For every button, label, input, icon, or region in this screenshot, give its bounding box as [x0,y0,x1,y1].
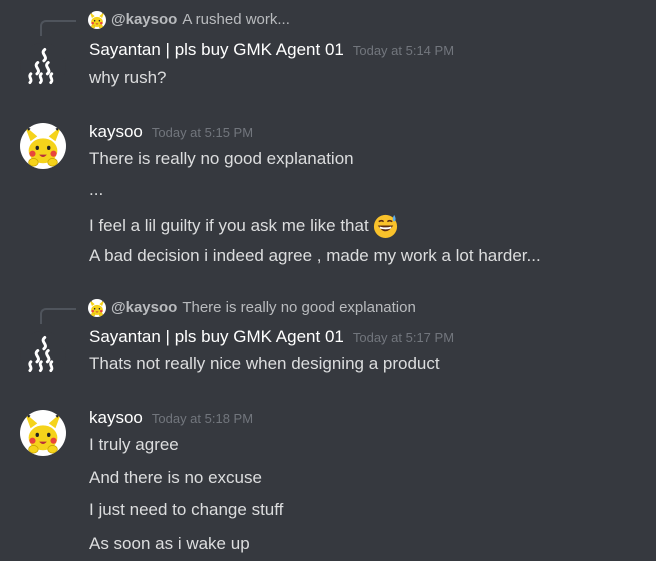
reply-author[interactable]: @kaysoo [111,297,177,319]
steam-wave-icon[interactable] [20,331,66,377]
author-name[interactable]: kaysoo [89,122,143,142]
message-text: I truly agree [89,435,179,454]
message-text-with-emoji: I feel a lil guilty if you ask me like t… [89,212,399,239]
author-name[interactable]: Sayantan | pls buy GMK Agent 01 [89,40,344,60]
message-text: why rush? [89,68,167,87]
chat-messages: @kaysoo A rushed work... Sayantan | pls … [0,0,656,561]
reply-spine [40,308,76,324]
timestamp: Today at 5:18 PM [151,411,254,426]
reply-author[interactable]: @kaysoo [111,9,177,31]
message-text: A bad decision i indeed agree , made my … [89,246,541,265]
reply-spine [40,20,76,36]
steam-wave-icon[interactable] [20,43,66,89]
timestamp: Today at 5:17 PM [352,330,455,345]
author-name[interactable]: kaysoo [89,408,143,428]
sweat-smile-emoji [373,214,397,239]
timestamp: Today at 5:15 PM [151,125,254,140]
reply-reference[interactable]: @kaysoo A rushed work... [0,9,656,36]
reply-avatar-icon [88,11,106,29]
message-text: As soon as i wake up [89,534,250,553]
reply-text[interactable]: A rushed work... [182,9,290,31]
reply-reference[interactable]: @kaysoo There is really no good explanat… [0,297,656,324]
message-text: Thats not really nice when designing a p… [89,354,440,373]
pikachu-avatar[interactable] [20,410,66,456]
message-text: I feel a lil guilty if you ask me like t… [89,215,369,235]
author-name[interactable]: Sayantan | pls buy GMK Agent 01 [89,327,344,347]
message-text: And there is no excuse [89,468,262,487]
message-text: There is really no good explanation [89,149,354,168]
reply-avatar-icon [88,299,106,317]
message-text: I just need to change stuff [89,500,284,519]
pikachu-avatar[interactable] [20,123,66,169]
message-text: ... [89,180,104,199]
timestamp: Today at 5:14 PM [352,43,455,58]
reply-text[interactable]: There is really no good explanation [182,297,415,319]
